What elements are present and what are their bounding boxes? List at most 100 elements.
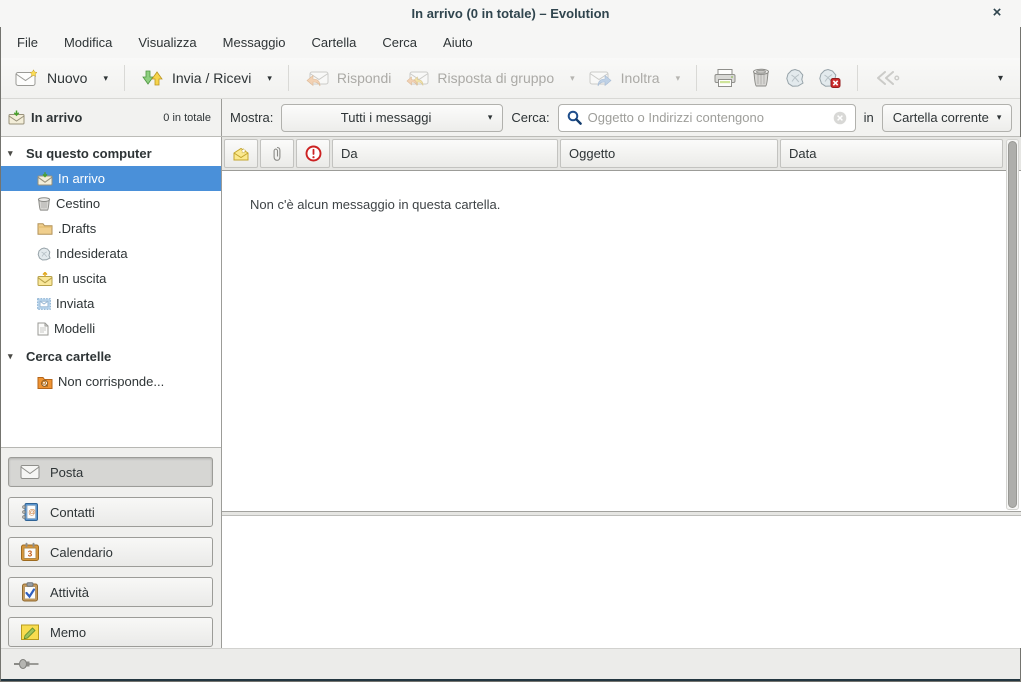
delete-button[interactable] <box>744 63 778 93</box>
sidebar-item-modelli[interactable]: Modelli <box>0 316 221 341</box>
message-filter-dropdown[interactable]: Tutti i messaggi ▾ <box>281 104 503 132</box>
inbox-icon <box>37 172 53 186</box>
scrollbar-thumb[interactable] <box>1008 141 1017 508</box>
sidebar: ▾ Su questo computer In arrivo <box>0 137 222 648</box>
group-reply-button[interactable]: Risposta di gruppo ▾ <box>398 64 581 92</box>
message-list-body[interactable]: Non c'è alcun messaggio in questa cartel… <box>222 171 1021 511</box>
trash-icon <box>37 197 51 211</box>
message-list-scrollbar[interactable] <box>1006 139 1019 510</box>
folder-group-label: Cerca cartelle <box>26 349 111 364</box>
search-field[interactable] <box>558 104 856 132</box>
sidebar-item-in-arrivo[interactable]: In arrivo <box>0 166 221 191</box>
reply-button[interactable]: Rispondi <box>298 64 398 92</box>
close-icon[interactable]: × <box>987 4 1007 22</box>
menu-item-cerca[interactable]: Cerca <box>369 30 430 55</box>
column-subject-label: Oggetto <box>569 146 615 161</box>
tasks-icon <box>20 582 40 602</box>
sidebar-item-indesiderata[interactable]: Indesiderata <box>0 241 221 266</box>
sidebar-item-non-corrisponde[interactable]: Non corrisponde... <box>0 369 221 394</box>
titlebar: In arrivo (0 in totale) – Evolution × <box>0 0 1021 27</box>
svg-text:@: @ <box>28 508 36 517</box>
message-area: Da Oggetto Data Non c'è alcun messaggio … <box>222 137 1021 648</box>
search-folder-icon <box>37 375 53 389</box>
new-button-label: Nuovo <box>47 70 87 86</box>
forward-dropdown-icon[interactable]: ▾ <box>676 73 681 84</box>
folder-group-search-folders[interactable]: ▾ Cerca cartelle <box>0 344 221 369</box>
search-label: Cerca: <box>511 110 549 125</box>
switcher-button-memo[interactable]: Memo <box>8 617 213 647</box>
sidebar-item-in-uscita[interactable]: In uscita <box>0 266 221 291</box>
inbox-icon <box>8 110 25 125</box>
switcher-button-attivita[interactable]: Attività <box>8 577 213 607</box>
calendar-icon: 3 <box>20 542 40 562</box>
menu-item-messaggio[interactable]: Messaggio <box>210 30 299 55</box>
folder-label: .Drafts <box>58 221 96 236</box>
window-title: In arrivo (0 in totale) – Evolution <box>412 6 610 21</box>
toolbar: Nuovo ▾ Invia / Ricevi ▾ Ri <box>0 58 1021 99</box>
send-receive-button[interactable]: Invia / Ricevi ▾ <box>134 64 279 92</box>
trash-icon <box>751 68 771 88</box>
online-status-plug-icon[interactable] <box>14 658 40 670</box>
folder-label: Indesiderata <box>56 246 128 261</box>
folder-group-on-this-computer[interactable]: ▾ Su questo computer <box>0 141 221 166</box>
svg-text:3: 3 <box>28 550 33 559</box>
menu-item-visualizza[interactable]: Visualizza <box>125 30 209 55</box>
switcher-button-calendario[interactable]: 3 Calendario <box>8 537 213 567</box>
expander-icon[interactable]: ▾ <box>8 148 18 159</box>
forward-button[interactable]: Inoltra ▾ <box>582 64 687 92</box>
sidebar-item-drafts[interactable]: .Drafts <box>0 216 221 241</box>
templates-icon <box>37 322 49 336</box>
column-subject[interactable]: Oggetto <box>560 139 778 168</box>
switcher-label: Attività <box>50 585 89 600</box>
junk-button[interactable] <box>778 63 812 93</box>
menu-item-aiuto[interactable]: Aiuto <box>430 30 486 55</box>
toolbar-overflow-icon[interactable]: ▾ <box>990 69 1011 88</box>
empty-folder-message: Non c'è alcun messaggio in questa cartel… <box>222 171 1021 212</box>
menu-item-cartella[interactable]: Cartella <box>299 30 370 55</box>
switcher-label: Contatti <box>50 505 95 520</box>
previous-message-button[interactable] <box>867 65 907 91</box>
mail-icon <box>20 464 40 480</box>
message-list-header: Da Oggetto Data <box>222 137 1021 171</box>
contacts-icon: @ <box>20 502 40 522</box>
switcher-label: Posta <box>50 465 83 480</box>
toolbar-separator <box>124 65 125 91</box>
new-dropdown-icon[interactable]: ▾ <box>103 73 108 84</box>
menu-item-modifica[interactable]: Modifica <box>51 30 125 55</box>
sent-icon <box>37 298 51 310</box>
outbox-icon <box>37 272 53 286</box>
send-receive-dropdown-icon[interactable]: ▾ <box>267 73 272 84</box>
switcher-button-contatti[interactable]: @ Contatti <box>8 497 213 527</box>
sidebar-item-inviata[interactable]: Inviata <box>0 291 221 316</box>
search-scope-dropdown[interactable]: Cartella corrente ▾ <box>882 104 1013 132</box>
menu-item-file[interactable]: File <box>4 30 51 55</box>
filter-controls: Mostra: Tutti i messaggi ▾ Cerca: <box>222 99 1021 136</box>
switcher-button-posta[interactable]: Posta <box>8 457 213 487</box>
column-from[interactable]: Da <box>332 139 558 168</box>
search-icon[interactable] <box>567 110 582 125</box>
filter-bar: In arrivo 0 in totale Mostra: Tutti i me… <box>0 99 1021 137</box>
group-reply-dropdown-icon[interactable]: ▾ <box>570 73 575 84</box>
column-status[interactable] <box>224 139 258 168</box>
switcher-label: Memo <box>50 625 86 640</box>
column-attachment[interactable] <box>260 139 294 168</box>
print-icon <box>713 68 737 88</box>
not-junk-button[interactable] <box>812 63 848 93</box>
search-scope-value: Cartella corrente <box>893 110 989 125</box>
folder-label: Non corrisponde... <box>58 374 164 389</box>
status-bar <box>0 648 1021 679</box>
expander-icon[interactable]: ▾ <box>8 351 18 362</box>
not-junk-icon <box>819 68 841 88</box>
message-filter-value: Tutti i messaggi <box>292 110 479 125</box>
chevron-down-icon: ▾ <box>488 112 493 123</box>
new-button[interactable]: Nuovo ▾ <box>8 64 115 92</box>
search-input[interactable] <box>588 110 827 125</box>
column-priority[interactable] <box>296 139 330 168</box>
folder-icon <box>37 222 53 235</box>
sidebar-item-cestino[interactable]: Cestino <box>0 191 221 216</box>
print-button[interactable] <box>706 63 744 93</box>
column-date[interactable]: Data <box>780 139 1003 168</box>
chevron-down-icon: ▾ <box>997 112 1002 123</box>
clear-search-icon[interactable] <box>833 111 847 125</box>
send-receive-label: Invia / Ricevi <box>172 70 251 86</box>
